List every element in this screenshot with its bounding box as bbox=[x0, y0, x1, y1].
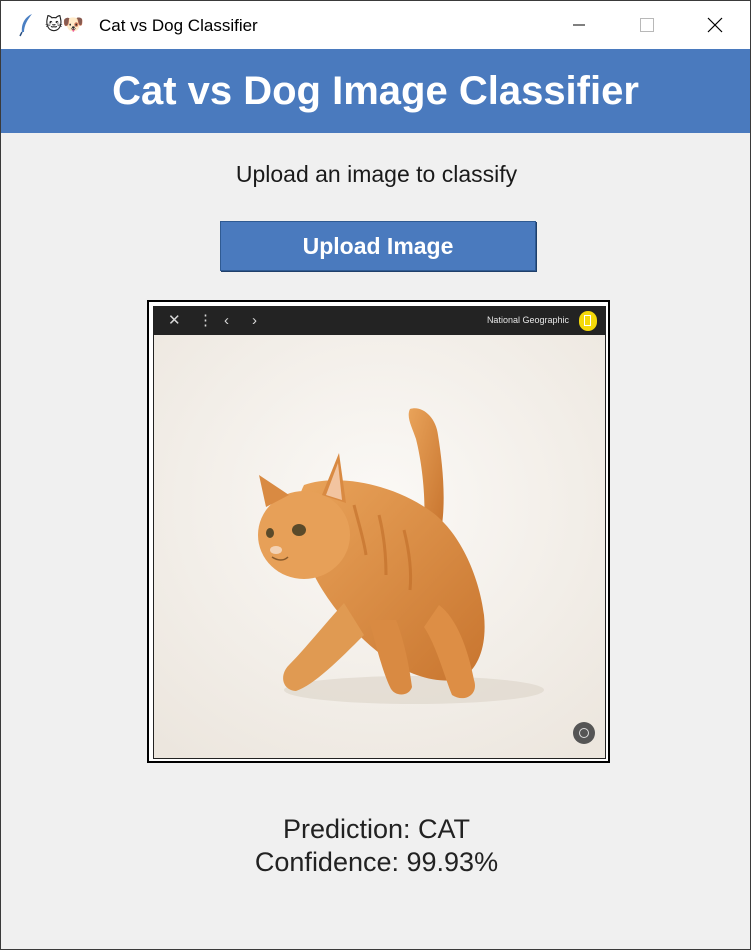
close-button[interactable] bbox=[681, 1, 749, 49]
close-icon bbox=[707, 17, 723, 33]
prediction-result: Prediction: CAT Confidence: 99.93% bbox=[1, 813, 750, 879]
feather-icon bbox=[19, 14, 32, 37]
chevron-left-icon: ‹ bbox=[224, 312, 229, 329]
title-bar: 🐱🐶 Cat vs Dog Classifier bbox=[1, 1, 750, 49]
minimize-button[interactable] bbox=[545, 1, 613, 49]
instructions-label: Upload an image to classify bbox=[235, 161, 518, 187]
image-preview: ✕ ⋮ ‹ › National Geographic bbox=[147, 300, 610, 763]
page-title: Cat vs Dog Image Classifier bbox=[112, 68, 639, 113]
prediction-label: Prediction: CAT bbox=[282, 814, 471, 844]
chevron-right-icon: › bbox=[252, 312, 257, 329]
close-icon: ✕ bbox=[168, 312, 181, 329]
google-lens-icon bbox=[573, 722, 595, 744]
app-window: 🐱🐶 Cat vs Dog Classifier Cat vs Dog Imag… bbox=[0, 0, 751, 950]
app-header: Cat vs Dog Image Classifier bbox=[1, 49, 750, 133]
image-preview-content: ✕ ⋮ ‹ › National Geographic bbox=[153, 306, 606, 759]
maximize-button[interactable] bbox=[613, 1, 681, 49]
cat-dog-icon: 🐱🐶 bbox=[45, 15, 84, 35]
maximize-icon bbox=[640, 18, 654, 32]
image-viewer-toolbar: ✕ ⋮ ‹ › National Geographic bbox=[154, 307, 605, 335]
confidence-label: Confidence: 99.93% bbox=[254, 847, 499, 877]
national-geographic-logo bbox=[579, 311, 597, 331]
cat-photo bbox=[154, 335, 605, 758]
upload-image-button[interactable]: Upload Image bbox=[220, 221, 536, 271]
more-vertical-icon: ⋮ bbox=[198, 312, 213, 329]
minimize-icon bbox=[573, 24, 585, 26]
image-source-label: National Geographic bbox=[486, 315, 569, 325]
window-title: Cat vs Dog Classifier bbox=[99, 16, 258, 35]
